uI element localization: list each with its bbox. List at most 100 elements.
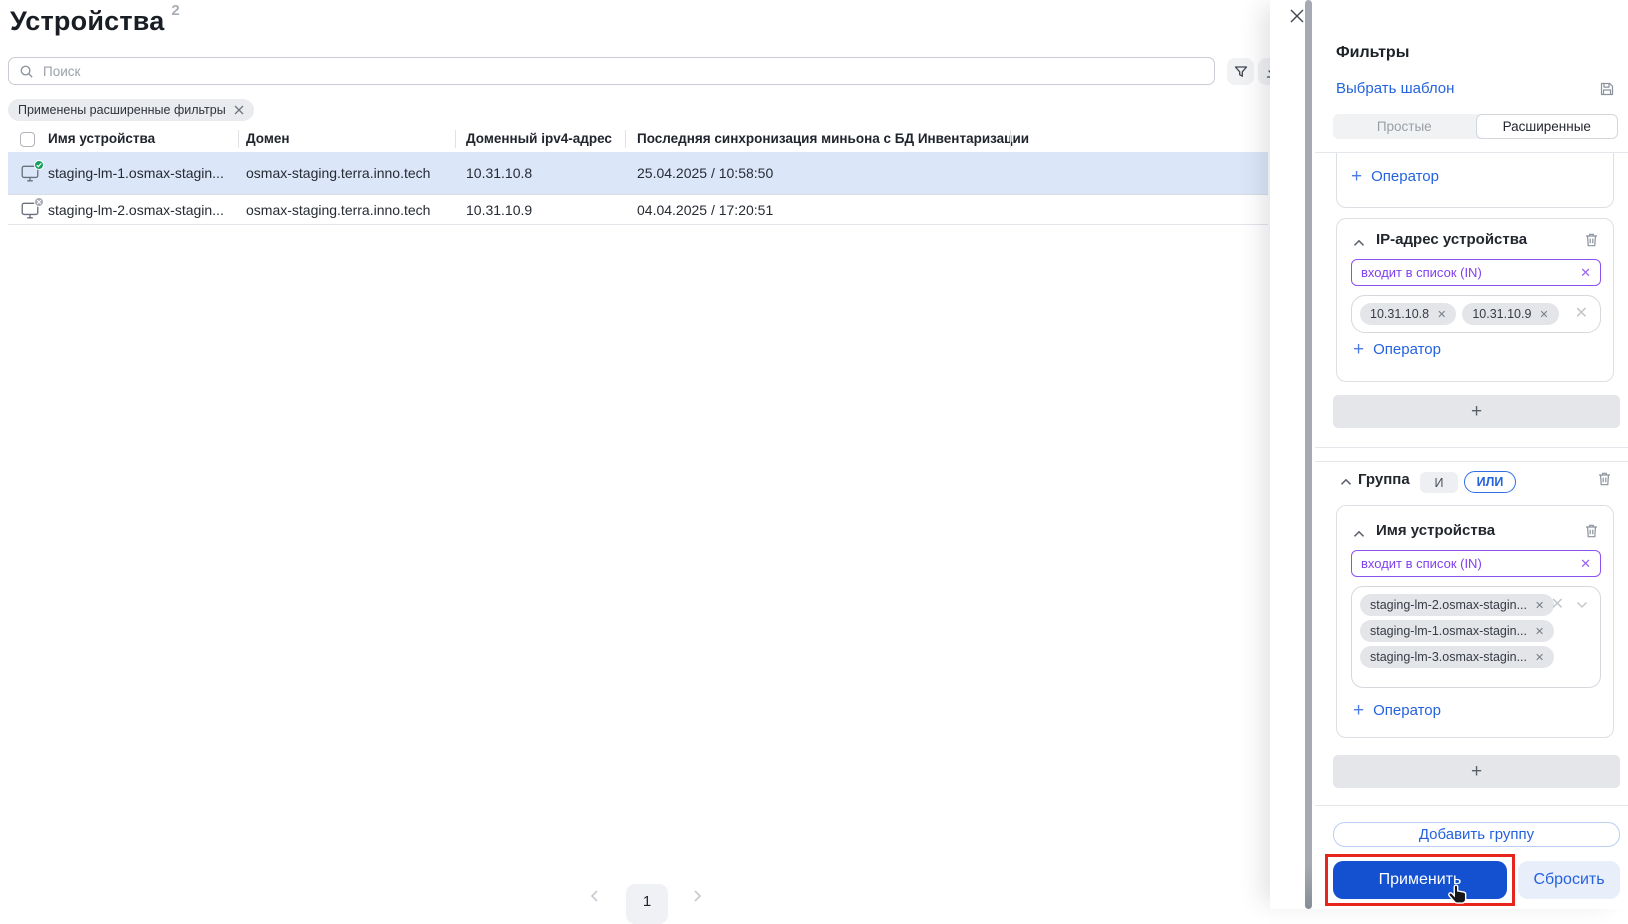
remove-chip-icon[interactable]: ✕ xyxy=(1539,308,1548,321)
filters-panel: Фильтры Выбрать шаблон Простые Расширенн… xyxy=(1270,0,1628,909)
plus-icon: + xyxy=(1353,339,1365,360)
device-icon xyxy=(20,196,44,220)
cell-domain: osmax-staging.terra.inno.tech xyxy=(246,165,431,181)
plus-icon: + xyxy=(1470,760,1483,782)
value-chip[interactable]: staging-lm-3.osmax-stagin... ✕ xyxy=(1360,646,1555,668)
cell-sync: 25.04.2025 / 10:58:50 xyxy=(637,165,774,181)
pagination-prev[interactable] xyxy=(588,889,602,903)
status-disconnected-icon xyxy=(34,196,44,207)
table-row[interactable]: staging-lm-2.osmax-stagin... osmax-stagi… xyxy=(8,195,1268,225)
plus-icon: + xyxy=(1470,400,1483,422)
condition-card-clipped: + Оператор xyxy=(1336,153,1614,208)
panel-divider xyxy=(1315,805,1628,806)
column-divider[interactable] xyxy=(455,130,456,148)
clear-all-icon[interactable]: ✕ xyxy=(1575,306,1588,322)
value-chip[interactable]: 10.31.10.8 ✕ xyxy=(1360,303,1457,325)
condition-card-ip: IP-адрес устройства входит в список (IN)… xyxy=(1336,218,1614,382)
pagination-next[interactable] xyxy=(690,889,704,903)
device-icon xyxy=(20,160,44,183)
applied-filters-chip[interactable]: Применены расширенные фильтры xyxy=(8,99,254,121)
search-input[interactable] xyxy=(43,63,1204,79)
cell-device-name[interactable]: staging-lm-1.osmax-stagin... xyxy=(48,152,224,194)
column-divider[interactable] xyxy=(625,130,626,148)
value-chip[interactable]: staging-lm-2.osmax-stagin... ✕ xyxy=(1360,594,1555,616)
page-title: Устройства 2 xyxy=(10,2,180,36)
operator-label: Оператор xyxy=(1371,168,1439,185)
delete-condition-icon[interactable] xyxy=(1584,523,1599,539)
chevron-down-icon[interactable] xyxy=(1576,601,1588,609)
collapse-group-icon[interactable] xyxy=(1340,478,1352,486)
apply-button[interactable]: Применить xyxy=(1333,861,1507,899)
operator-select[interactable]: входит в список (IN) ✕ xyxy=(1351,550,1601,577)
select-all-checkbox[interactable] xyxy=(20,132,35,147)
table-row[interactable]: staging-lm-1.osmax-stagin... osmax-stagi… xyxy=(8,152,1268,195)
chip-label: staging-lm-2.osmax-stagin... xyxy=(1370,598,1528,612)
remove-chip-icon[interactable]: ✕ xyxy=(1535,599,1544,612)
delete-group-icon[interactable] xyxy=(1597,471,1612,487)
chip-label: 10.31.10.9 xyxy=(1472,307,1532,321)
add-operator-link[interactable]: + Оператор xyxy=(1351,167,1439,186)
group-and-toggle[interactable]: И xyxy=(1420,472,1458,493)
filter-button[interactable] xyxy=(1227,58,1254,85)
column-divider[interactable] xyxy=(238,130,239,148)
values-multiselect[interactable]: staging-lm-2.osmax-stagin... ✕ staging-lm… xyxy=(1351,586,1601,688)
column-header-name[interactable]: Имя устройства xyxy=(48,131,155,146)
condition-title: Имя устройства xyxy=(1376,522,1496,539)
cell-ip: 10.31.10.9 xyxy=(466,201,533,218)
operator-label: Оператор xyxy=(1373,702,1441,719)
filter-mode-tabs: Простые Расширенные xyxy=(1333,114,1618,139)
column-header-sync[interactable]: Последняя синхронизация миньона с БД Инв… xyxy=(637,131,1029,146)
remove-chip-icon[interactable]: ✕ xyxy=(1535,651,1544,664)
remove-chip-icon[interactable]: ✕ xyxy=(1437,308,1446,321)
add-condition-button[interactable]: + xyxy=(1333,755,1620,788)
collapse-icon[interactable] xyxy=(1353,239,1365,247)
column-header-ip[interactable]: Доменный ipv4-адрес xyxy=(466,131,612,146)
pagination-page-1[interactable]: 1 xyxy=(626,884,668,924)
current-page-label: 1 xyxy=(642,893,652,910)
operator-label: Оператор xyxy=(1373,341,1441,358)
panel-resize-handle[interactable] xyxy=(1305,0,1312,909)
add-operator-link[interactable]: + Оператор xyxy=(1353,701,1441,720)
status-connected-icon xyxy=(34,160,44,170)
condition-title: IP-адрес устройства xyxy=(1376,231,1528,248)
panel-title: Фильтры xyxy=(1336,44,1410,61)
search-bar[interactable] xyxy=(8,57,1215,85)
clear-operator-icon[interactable]: ✕ xyxy=(1580,556,1591,572)
add-condition-button[interactable]: + xyxy=(1333,395,1620,428)
search-icon xyxy=(19,64,34,79)
column-divider[interactable] xyxy=(1010,130,1011,148)
remove-chip-icon[interactable]: ✕ xyxy=(1535,625,1544,638)
remove-applied-filters-icon[interactable] xyxy=(234,105,244,115)
tab-simple[interactable]: Простые xyxy=(1333,114,1476,139)
applied-filters-label: Применены расширенные фильтры xyxy=(18,103,226,117)
tab-advanced[interactable]: Расширенные xyxy=(1475,114,1618,139)
values-multiselect[interactable]: 10.31.10.8 ✕ 10.31.10.9 ✕ ✕ xyxy=(1351,295,1601,333)
add-operator-link[interactable]: + Оператор xyxy=(1353,339,1441,360)
add-group-button[interactable]: Добавить группу xyxy=(1333,822,1620,847)
save-template-icon[interactable] xyxy=(1599,81,1615,97)
table-header: Имя устройства Домен Доменный ipv4-адрес… xyxy=(8,128,1268,152)
clear-all-icon[interactable]: ✕ xyxy=(1551,597,1564,613)
cell-ip: 10.31.10.8 xyxy=(466,165,533,181)
value-chip[interactable]: 10.31.10.9 ✕ xyxy=(1462,303,1559,325)
choose-template-link[interactable]: Выбрать шаблон xyxy=(1336,80,1454,97)
cell-sync: 04.04.2025 / 17:20:51 xyxy=(637,201,774,218)
panel-divider xyxy=(1315,461,1628,462)
chip-label: 10.31.10.8 xyxy=(1370,307,1430,321)
delete-condition-icon[interactable] xyxy=(1584,232,1599,248)
operator-value: входит в список (IN) xyxy=(1361,556,1482,571)
cell-device-name[interactable]: staging-lm-2.osmax-stagin... xyxy=(48,195,224,224)
column-header-domain[interactable]: Домен xyxy=(246,131,290,146)
filter-icon xyxy=(1233,64,1249,80)
group-or-toggle[interactable]: ИЛИ xyxy=(1464,471,1516,493)
clear-operator-icon[interactable]: ✕ xyxy=(1580,265,1591,281)
reset-button[interactable]: Сбросить xyxy=(1518,861,1620,899)
chip-label: staging-lm-1.osmax-stagin... xyxy=(1370,624,1528,638)
collapse-icon[interactable] xyxy=(1353,530,1365,538)
value-chip[interactable]: staging-lm-1.osmax-stagin... ✕ xyxy=(1360,620,1555,642)
close-panel-button[interactable] xyxy=(1289,8,1305,24)
operator-value: входит в список (IN) xyxy=(1361,265,1482,280)
operator-select[interactable]: входит в список (IN) ✕ xyxy=(1351,259,1601,286)
group-label: Группа xyxy=(1358,471,1410,488)
chip-label: staging-lm-3.osmax-stagin... xyxy=(1370,650,1528,664)
